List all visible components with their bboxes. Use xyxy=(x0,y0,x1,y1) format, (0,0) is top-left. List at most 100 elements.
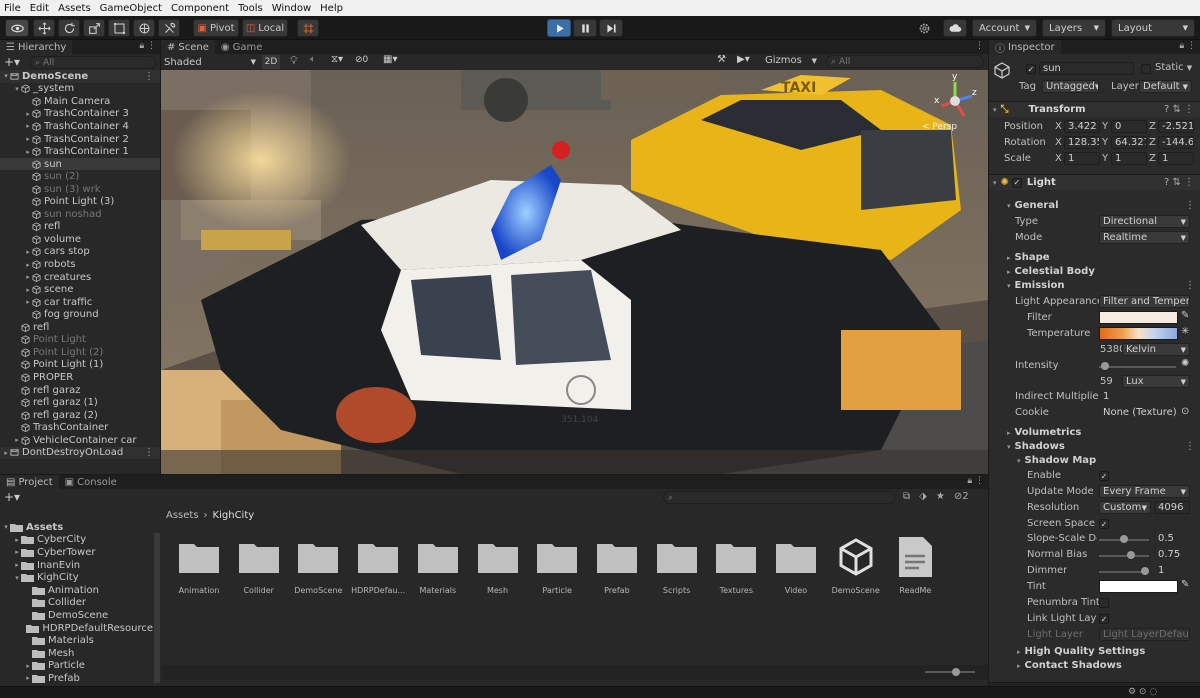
2d-toggle-button[interactable]: 2D xyxy=(262,55,280,69)
perspective-label[interactable]: < Persp xyxy=(922,122,957,132)
tab-hierarchy[interactable]: ☰ Hierarchy xyxy=(0,40,73,54)
expand-arrow-icon[interactable]: ▸ xyxy=(24,248,32,256)
transform-tool-button[interactable] xyxy=(133,19,155,37)
gizmos-dropdown[interactable]: Gizmos ▼ xyxy=(765,55,817,66)
menu-item-assets[interactable]: Assets xyxy=(58,3,91,14)
layout-dropdown[interactable]: Layout ▼ xyxy=(1111,19,1195,37)
expand-arrow-icon[interactable]: ▸ xyxy=(24,148,32,156)
component-menu-icons[interactable]: ? ⇅ ⋮ xyxy=(1164,104,1194,115)
custom-tool-button[interactable] xyxy=(158,19,180,37)
object-name-input[interactable]: sun xyxy=(1039,62,1134,75)
scale-tool-button[interactable] xyxy=(83,19,105,37)
shading-mode-dropdown[interactable]: Shaded ▼ xyxy=(164,55,256,69)
expand-arrow-icon[interactable]: ▸ xyxy=(24,135,32,143)
expand-arrow-icon[interactable]: ▸ xyxy=(24,122,32,130)
grid-toggle-icon[interactable]: ▦▾ xyxy=(383,54,397,65)
static-dropdown[interactable]: Static ▼ xyxy=(1155,62,1192,73)
expand-arrow-icon[interactable]: ▸ xyxy=(24,286,32,294)
hierarchy-item[interactable]: sun noshad xyxy=(0,208,160,221)
hierarchy-item[interactable]: Point Light xyxy=(0,334,160,347)
scene-viewport[interactable]: TAXI 351.104 y x z < Persp xyxy=(161,70,988,474)
menu-item-help[interactable]: Help xyxy=(320,3,343,14)
type-dropdown[interactable]: Directional ▼ xyxy=(1099,215,1190,228)
tag-dropdown[interactable]: Untagged▼ xyxy=(1042,80,1099,93)
object-picker-icon[interactable]: ⊙ xyxy=(1181,406,1189,417)
high-quality-settings-section[interactable]: ▸ High Quality Settings xyxy=(1017,646,1145,657)
asset-item[interactable]: Video xyxy=(766,536,826,595)
hierarchy-search-input[interactable]: ⌕ All xyxy=(30,56,156,69)
expand-arrow-icon[interactable]: ▸ xyxy=(24,298,32,306)
expand-arrow-icon[interactable]: ▸ xyxy=(13,436,21,444)
expand-arrow-icon[interactable]: ▾ xyxy=(13,85,21,93)
normal-bias-slider-knob[interactable] xyxy=(1127,551,1135,559)
slope-value-input[interactable]: 0.5 xyxy=(1154,532,1190,545)
normal-bias-input[interactable]: 0.75 xyxy=(1154,548,1190,561)
asset-item[interactable]: Materials xyxy=(408,536,468,595)
panel-lock-menu-icon[interactable]: 🔒︎ ⋮ xyxy=(139,41,156,51)
cookie-field[interactable]: None (Texture) xyxy=(1099,406,1179,419)
tab-game[interactable]: ◉ Game xyxy=(214,40,269,54)
cloud-button[interactable] xyxy=(943,19,967,37)
section-menu-icon[interactable]: ⋮ xyxy=(1185,441,1195,452)
intensity-value[interactable]: 59 xyxy=(1100,376,1113,387)
shape-section[interactable]: ▸ Shape xyxy=(1007,252,1050,263)
intensity-unit-dropdown[interactable]: Lux ▼ xyxy=(1122,375,1190,388)
hierarchy-item[interactable]: ▸ TrashContainer 1 xyxy=(0,145,160,158)
hierarchy-item[interactable]: fog ground xyxy=(0,308,160,321)
shadow-enable-checkbox[interactable]: ✓ xyxy=(1099,471,1109,481)
hidden-objects-toggle[interactable]: ⊘ 0 xyxy=(355,55,368,65)
play-button[interactable] xyxy=(547,19,571,37)
camera-settings-icon[interactable]: ▶▾ xyxy=(737,54,750,65)
update-mode-dropdown[interactable]: Every Frame ▼ xyxy=(1099,485,1190,498)
hierarchy-item[interactable]: ▾ _system xyxy=(0,83,160,96)
light-appearance-dropdown[interactable]: Filter and Temper▼ xyxy=(1099,295,1190,308)
effects-toggle-icon[interactable]: ⧖▾ xyxy=(331,54,343,65)
transform-header[interactable]: ▾ ⤡ Transform ? ⇅ ⋮ xyxy=(989,101,1200,117)
hierarchy-item[interactable]: ▸ TrashContainer 2 xyxy=(0,133,160,146)
light-layer-dropdown[interactable]: Light LayerDefau▼ xyxy=(1099,628,1190,641)
penumbra-tint-checkbox[interactable] xyxy=(1099,598,1109,608)
tools-toggle-icon[interactable]: ⚒︎ xyxy=(717,54,726,65)
asset-item[interactable]: HDRPDefau... xyxy=(348,536,408,595)
scale-z-input[interactable]: 1 xyxy=(1158,152,1194,165)
scale-y-input[interactable]: 1 xyxy=(1111,152,1147,165)
layer-dropdown[interactable]: Default ▼ xyxy=(1139,80,1192,93)
tab-scene[interactable]: # Scene xyxy=(161,40,215,54)
mode-dropdown[interactable]: Realtime ▼ xyxy=(1099,231,1190,244)
temperature-unit-dropdown[interactable]: Kelvin ▼ xyxy=(1122,343,1190,356)
hierarchy-item[interactable]: ▸ robots xyxy=(0,258,160,271)
temperature-gradient-slider[interactable] xyxy=(1099,327,1178,340)
rotation-x-input[interactable]: 128.35 xyxy=(1064,136,1100,149)
hierarchy-item[interactable]: ▾ DemoScene ⋮ xyxy=(0,70,160,83)
link-light-layer-checkbox[interactable]: ✓ xyxy=(1099,614,1109,624)
indirect-multiplier-input[interactable]: 1 xyxy=(1099,390,1190,403)
hierarchy-item[interactable]: ▸ TrashContainer 3 xyxy=(0,108,160,121)
pivot-toggle-button[interactable]: ▣ Pivot xyxy=(193,19,239,37)
menu-item-tools[interactable]: Tools xyxy=(238,3,263,14)
asset-item[interactable]: Collider xyxy=(229,536,289,595)
tint-color-swatch[interactable] xyxy=(1099,580,1178,593)
active-checkbox[interactable]: ✓ xyxy=(1026,64,1036,74)
light-header[interactable]: ▾ ✺ ✓ Light ? ⇅ ⋮ xyxy=(989,174,1200,190)
scene-search-input[interactable]: ⌕ All xyxy=(826,55,984,68)
local-toggle-button[interactable]: ◫ Local xyxy=(242,19,288,37)
hierarchy-item[interactable]: ▸ DontDestroyOnLoad ⋮ xyxy=(0,446,160,459)
asset-item[interactable]: ReadMe xyxy=(885,536,945,595)
panel-menu-icon[interactable]: ⋮ xyxy=(975,41,984,51)
eyedropper-icon[interactable]: ✎ xyxy=(1181,310,1189,321)
temperature-sun-icon[interactable]: ✳ xyxy=(1181,326,1189,337)
static-checkbox[interactable] xyxy=(1141,64,1151,74)
position-y-input[interactable]: 0 xyxy=(1111,120,1147,133)
asset-item[interactable]: DemoScene xyxy=(288,536,348,595)
account-dropdown[interactable]: Account ▼ xyxy=(972,19,1037,37)
hierarchy-item[interactable]: ▸ cars stop xyxy=(0,246,160,259)
hierarchy-item[interactable]: refl xyxy=(0,321,160,334)
screen-space-checkbox[interactable]: ✓ xyxy=(1099,519,1109,529)
emission-section[interactable]: ▾ Emission xyxy=(1007,280,1065,291)
resolution-dropdown[interactable]: Custom ▼ xyxy=(1099,501,1151,514)
expand-arrow-icon[interactable]: ▸ xyxy=(24,273,32,281)
general-section[interactable]: ▾ General xyxy=(1007,200,1059,211)
hierarchy-item[interactable]: Point Light (2) xyxy=(0,346,160,359)
hierarchy-item[interactable]: refl garaz (2) xyxy=(0,409,160,422)
section-menu-icon[interactable]: ⋮ xyxy=(1185,200,1195,211)
